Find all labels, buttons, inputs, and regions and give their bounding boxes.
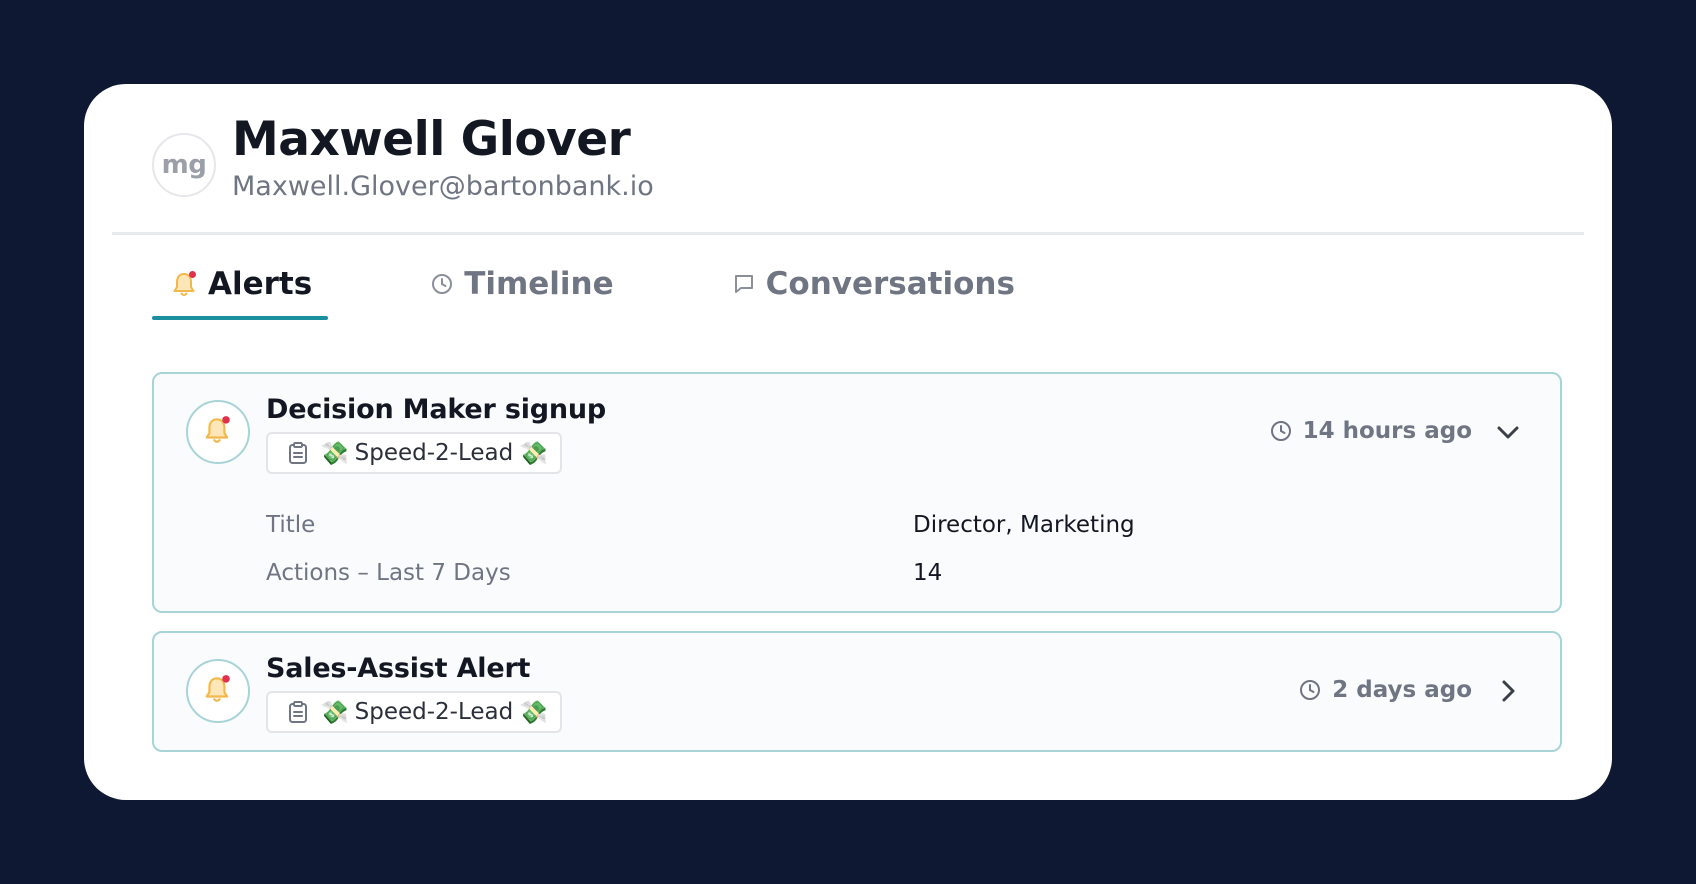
alert-card-sales-assist[interactable]: Sales-Assist Alert 💸 Speed-2-Lead 💸 2 da <box>152 631 1562 752</box>
detail-label: Title <box>266 512 316 538</box>
chevron-right-icon <box>1494 677 1522 709</box>
tab-bar: Alerts Timeline Conversations <box>152 264 1113 320</box>
profile-name: Maxwell Glover <box>232 112 631 167</box>
alert-tag[interactable]: 💸 Speed-2-Lead 💸 <box>266 432 562 474</box>
header-divider <box>112 232 1584 235</box>
expand-toggle[interactable] <box>1492 677 1524 709</box>
tab-conversations[interactable]: Conversations <box>712 264 1031 314</box>
profile-email: Maxwell.Glover@bartonbank.io <box>232 171 654 202</box>
bell-icon <box>204 674 232 708</box>
money-wings-emoji: 💸 <box>519 699 548 726</box>
detail-value: Director, Marketing <box>913 512 1135 538</box>
tab-timeline-label: Timeline <box>464 266 614 302</box>
clock-icon <box>1269 419 1293 443</box>
alert-title: Sales-Assist Alert <box>266 653 531 684</box>
money-wings-emoji: 💸 <box>320 440 349 467</box>
clock-icon <box>430 272 454 296</box>
tab-alerts[interactable]: Alerts <box>152 264 329 320</box>
alert-time-label: 2 days ago <box>1332 677 1472 703</box>
alert-timestamp: 2 days ago <box>1298 677 1472 703</box>
profile-card: mg Maxwell Glover Maxwell.Glover@bartonb… <box>84 84 1612 800</box>
alert-card-decision-maker[interactable]: Decision Maker signup 💸 Speed-2-Lead 💸 1 <box>152 372 1562 613</box>
alert-bell-badge <box>186 400 250 464</box>
alert-time-label: 14 hours ago <box>1302 418 1472 444</box>
chat-bubble-icon <box>732 272 756 296</box>
bell-icon <box>204 415 232 449</box>
bell-icon <box>172 270 198 298</box>
profile-header: mg Maxwell Glover Maxwell.Glover@bartonb… <box>152 112 654 204</box>
alert-title: Decision Maker signup <box>266 394 607 425</box>
clipboard-icon <box>288 441 308 465</box>
tab-conversations-label: Conversations <box>765 266 1015 302</box>
alert-tag[interactable]: 💸 Speed-2-Lead 💸 <box>266 691 562 733</box>
alert-tag-label: Speed-2-Lead <box>354 440 514 466</box>
avatar: mg <box>152 133 216 197</box>
tab-timeline[interactable]: Timeline <box>410 264 629 314</box>
chevron-down-icon <box>1494 418 1522 450</box>
alert-bell-badge <box>186 659 250 723</box>
collapse-toggle[interactable] <box>1492 418 1524 450</box>
profile-info: Maxwell Glover Maxwell.Glover@bartonbank… <box>232 112 654 204</box>
alert-timestamp: 14 hours ago <box>1269 418 1472 444</box>
tab-alerts-label: Alerts <box>208 266 313 302</box>
clipboard-icon <box>288 700 308 724</box>
money-wings-emoji: 💸 <box>320 699 349 726</box>
clock-icon <box>1298 678 1322 702</box>
detail-label: Actions – Last 7 Days <box>266 560 511 586</box>
alert-tag-label: Speed-2-Lead <box>354 699 514 725</box>
detail-value: 14 <box>913 560 943 586</box>
money-wings-emoji: 💸 <box>519 440 548 467</box>
